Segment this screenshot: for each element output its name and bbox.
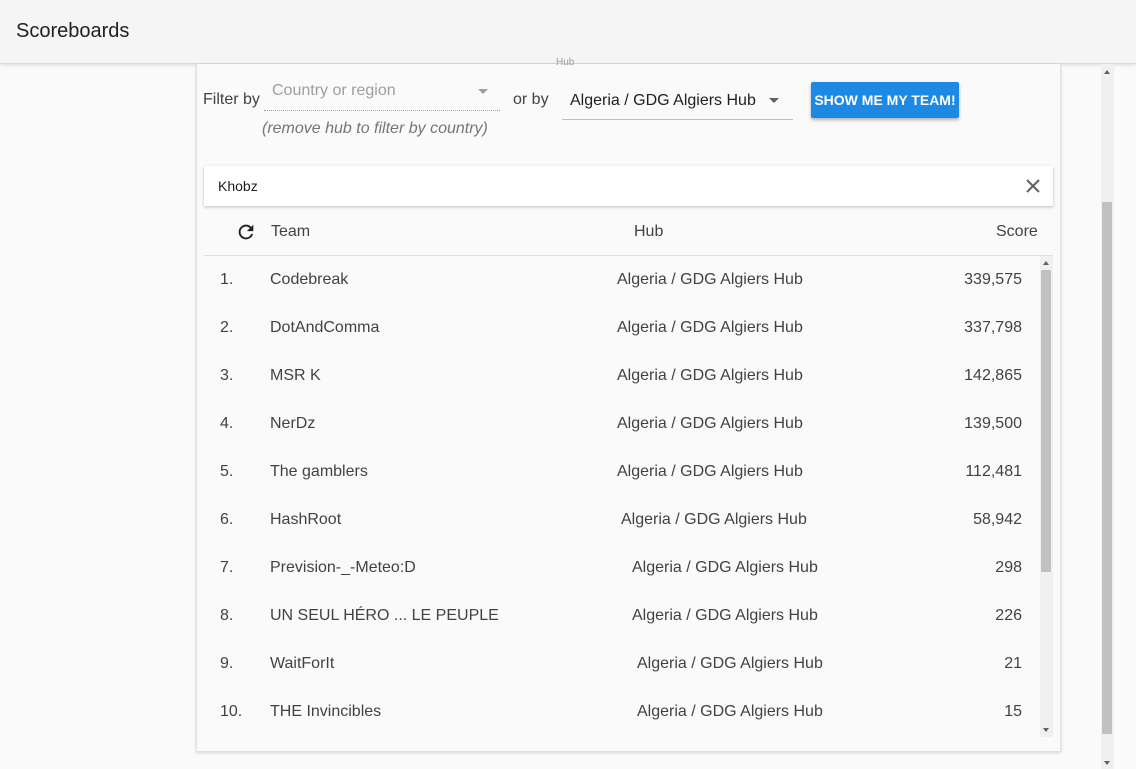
scoreboard-list: 1. Codebreak Algeria / GDG Algiers Hub 3… — [204, 256, 1040, 736]
table-row[interactable]: 8. UN SEUL HÉRO ... LE PEUPLE Algeria / … — [204, 592, 1040, 640]
score-cell: 339,575 — [964, 271, 1022, 288]
table-row[interactable]: 4. NerDz Algeria / GDG Algiers Hub 139,5… — [204, 400, 1040, 448]
scroll-down-icon[interactable] — [1104, 761, 1110, 765]
team-cell: DotAndComma — [270, 319, 380, 336]
team-search-input[interactable] — [218, 176, 998, 196]
list-scrollbar[interactable] — [1040, 256, 1053, 737]
hub-cell: Algeria / GDG Algiers Hub — [617, 367, 803, 384]
score-cell: 21 — [1004, 655, 1022, 672]
app-bar: Scoreboards — [0, 0, 1136, 64]
team-cell: NerDz — [270, 415, 316, 432]
table-row[interactable]: 6. HashRoot Algeria / GDG Algiers Hub 58… — [204, 496, 1040, 544]
hub-cell: Algeria / GDG Algiers Hub — [617, 271, 803, 288]
team-cell: Prevision-_-Meteo:D — [270, 559, 416, 576]
table-row[interactable]: 1. Codebreak Algeria / GDG Algiers Hub 3… — [204, 256, 1040, 304]
page-scrollbar-thumb[interactable] — [1102, 202, 1112, 734]
scroll-up-icon[interactable] — [1104, 70, 1110, 74]
scroll-down-icon[interactable] — [1043, 728, 1049, 732]
list-scrollbar-thumb[interactable] — [1041, 270, 1051, 572]
refresh-icon[interactable] — [235, 221, 257, 243]
team-search-bar — [204, 166, 1053, 206]
table-row[interactable]: 5. The gamblers Algeria / GDG Algiers Hu… — [204, 448, 1040, 496]
hub-cell: Algeria / GDG Algiers Hub — [617, 463, 803, 480]
hub-column-header[interactable]: Hub — [634, 223, 663, 241]
rank-cell: 7. — [220, 559, 234, 576]
chevron-down-icon — [769, 98, 779, 103]
team-cell: THE Invincibles — [270, 703, 382, 720]
hub-cell: Algeria / GDG Algiers Hub — [637, 655, 823, 672]
scroll-up-icon[interactable] — [1043, 261, 1049, 265]
hub-select-value: Algeria / GDG Algiers Hub — [570, 92, 756, 109]
team-cell: HashRoot — [270, 511, 342, 528]
close-icon[interactable] — [1021, 174, 1045, 198]
table-row[interactable]: 9. WaitForIt Algeria / GDG Algiers Hub 2… — [204, 640, 1040, 688]
table-row[interactable]: 3. MSR K Algeria / GDG Algiers Hub 142,8… — [204, 352, 1040, 400]
app-title: Scoreboards — [16, 20, 130, 42]
score-cell: 15 — [1004, 703, 1022, 720]
country-hint: (remove hub to filter by country) — [262, 120, 488, 137]
rank-cell: 4. — [220, 415, 234, 432]
hub-cell: Algeria / GDG Algiers Hub — [632, 559, 818, 576]
rank-cell: 6. — [220, 511, 234, 528]
hub-cell: Algeria / GDG Algiers Hub — [621, 511, 807, 528]
rank-cell: 1. — [220, 271, 234, 288]
filter-by-label: Filter by — [203, 91, 260, 108]
country-placeholder: Country or region — [272, 82, 396, 99]
rank-cell: 10. — [220, 703, 243, 720]
hub-select[interactable]: Algeria / GDG Algiers Hub — [562, 80, 793, 120]
hub-cell: Algeria / GDG Algiers Hub — [617, 415, 803, 432]
team-column-header[interactable]: Team — [271, 223, 310, 241]
score-cell: 226 — [995, 607, 1022, 624]
rank-cell: 9. — [220, 655, 234, 672]
hub-floating-label: Hub — [556, 57, 575, 68]
score-cell: 112,481 — [965, 463, 1022, 480]
rank-cell: 3. — [220, 367, 234, 384]
rank-cell: 5. — [220, 463, 234, 480]
or-by-label: or by — [513, 91, 549, 108]
score-column-header[interactable]: Score — [996, 223, 1038, 241]
hub-cell: Algeria / GDG Algiers Hub — [632, 607, 818, 624]
team-cell: WaitForIt — [270, 655, 335, 672]
chevron-down-icon — [478, 89, 488, 94]
score-cell: 298 — [995, 559, 1022, 576]
score-cell: 139,500 — [964, 415, 1022, 432]
table-row[interactable]: 10. THE Invincibles Algeria / GDG Algier… — [204, 688, 1040, 736]
score-cell: 337,798 — [964, 319, 1022, 336]
rank-cell: 8. — [220, 607, 234, 624]
table-row[interactable]: 2. DotAndComma Algeria / GDG Algiers Hub… — [204, 304, 1040, 352]
team-cell: Codebreak — [270, 271, 349, 288]
show-my-team-button[interactable]: SHOW ME MY TEAM! — [811, 82, 959, 118]
team-cell: The gamblers — [270, 463, 368, 480]
hub-cell: Algeria / GDG Algiers Hub — [637, 703, 823, 720]
score-cell: 142,865 — [964, 367, 1022, 384]
team-cell: MSR K — [270, 367, 321, 384]
score-cell: 58,942 — [973, 511, 1022, 528]
rank-cell: 2. — [220, 319, 234, 336]
team-cell: UN SEUL HÉRO ... LE PEUPLE — [270, 607, 499, 624]
table-row[interactable]: 7. Prevision-_-Meteo:D Algeria / GDG Alg… — [204, 544, 1040, 592]
page-scrollbar[interactable] — [1101, 64, 1114, 769]
hub-cell: Algeria / GDG Algiers Hub — [617, 319, 803, 336]
country-select[interactable]: Country or region — [264, 78, 500, 111]
